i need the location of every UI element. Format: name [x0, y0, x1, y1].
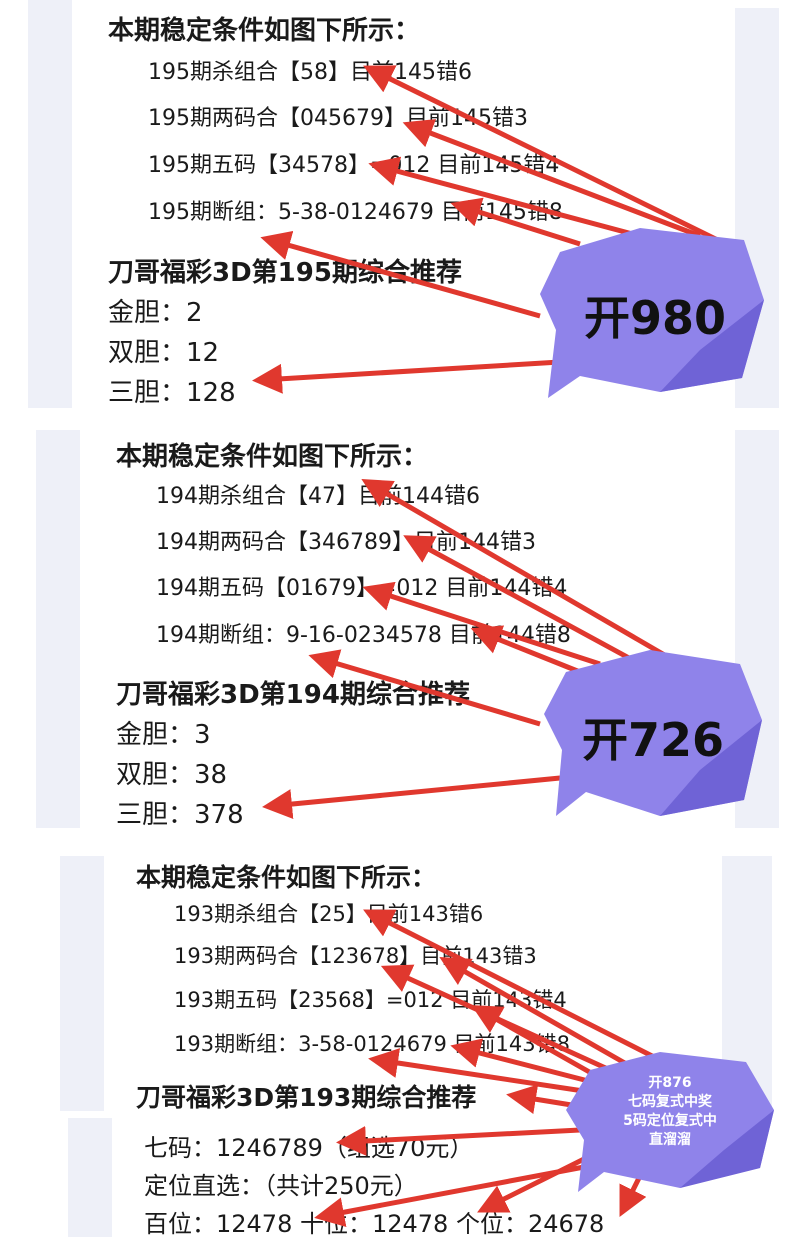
panel3-condition-2: 193期两码合【123678】目前143错3	[174, 944, 537, 968]
panel1-left-strip	[28, 0, 72, 408]
panel2-condition-2: 194期两码合【346789】目前144错3	[156, 530, 536, 555]
panel2-condition-1: 194期杀组合【47】目前144错6	[156, 484, 480, 509]
arrow	[506, 1084, 591, 1115]
panel2-rec-1: 金胆：3	[116, 720, 211, 750]
panel3-lower-strip	[68, 1118, 112, 1237]
panel3-rec-3: 百位：12478 十位：12478 个位：24678	[144, 1210, 605, 1238]
panel1-heading: 本期稳定条件如图下所示：	[108, 16, 421, 46]
panel1-rec-3: 三胆：128	[108, 378, 236, 408]
panel3-rec-title: 刀哥福彩3D第193期综合推荐	[136, 1083, 477, 1112]
panel1-condition-1: 195期杀组合【58】目前145错6	[148, 60, 472, 85]
panel3-condition-4: 193期断组：3-58-0124679 目前143错8	[174, 1032, 570, 1056]
badge-line: 开876	[648, 1075, 692, 1091]
panel3-right-strip	[722, 856, 772, 1111]
panel3-left-strip	[60, 856, 104, 1111]
panel3-heading: 本期稳定条件如图下所示：	[136, 863, 437, 892]
panel3-badge-label: 开876 七码复式中奖 5码定位复式中 直溜溜	[590, 1074, 750, 1150]
panel3-condition-1: 193期杀组合【25】目前143错6	[174, 902, 484, 926]
panel2-right-strip	[735, 430, 779, 828]
panel1-condition-3: 195期五码【34578】=012 目前145错4	[148, 153, 560, 178]
panel3-rec-2: 定位直选：（共计250元）	[144, 1172, 418, 1200]
panel2-left-strip	[36, 430, 80, 828]
badge-line: 直溜溜	[649, 1132, 691, 1148]
panel1-rec-1: 金胆：2	[108, 298, 203, 328]
panel3-rec-1: 七码：1246789（组选70元）	[144, 1134, 474, 1162]
badge-line: 七码复式中奖	[628, 1094, 712, 1110]
panel3-condition-3: 193期五码【23568】=012 目前143错4	[174, 988, 567, 1012]
panel2-rec-title: 刀哥福彩3D第194期综合推荐	[116, 680, 470, 710]
arrow	[262, 775, 561, 819]
arrow	[477, 1153, 592, 1213]
panel1-right-strip	[735, 8, 779, 408]
panel2-badge-label: 开726	[581, 713, 725, 767]
badge-line: 5码定位复式中	[623, 1113, 717, 1129]
panel2-condition-4: 194期断组：9-16-0234578 目前144错8	[156, 623, 571, 648]
panel2-condition-3: 194期五码【01679】=012 目前144错4	[156, 576, 568, 601]
panel1-condition-4: 195期断组：5-38-0124679 目前145错8	[148, 200, 563, 225]
panel2-rec-2: 双胆：38	[116, 760, 228, 790]
arrow	[619, 1174, 647, 1217]
panel2-heading: 本期稳定条件如图下所示：	[116, 442, 429, 472]
panel1-badge-label: 开980	[583, 291, 727, 345]
panel1-condition-2: 195期两码合【045679】目前145错3	[148, 106, 528, 131]
panel1-rec-2: 双胆：12	[108, 338, 220, 368]
panel2-rec-3: 三胆：378	[116, 800, 244, 830]
arrow	[252, 359, 561, 394]
panel1-rec-title: 刀哥福彩3D第195期综合推荐	[108, 258, 462, 288]
